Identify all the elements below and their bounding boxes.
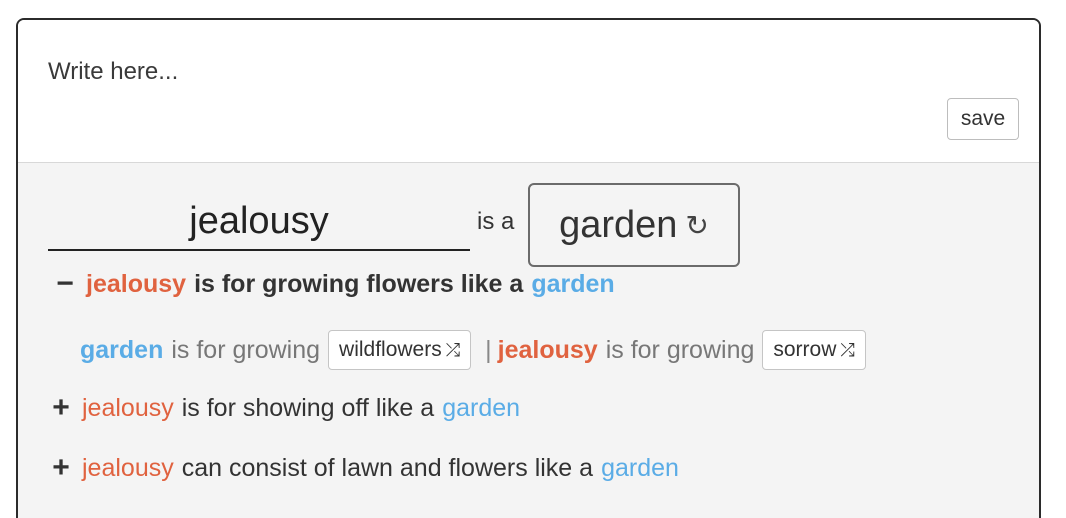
shuffle-icon: ⤮ — [445, 339, 461, 360]
vehicle-word: garden — [601, 453, 679, 482]
shuffle-icon: ⤮ — [840, 339, 855, 360]
wildflowers-label: wildflowers — [339, 338, 442, 361]
vehicle-word: garden — [442, 393, 521, 422]
item-text: is for showing off like a — [181, 393, 435, 422]
sorrow-label: sorrow — [773, 338, 837, 361]
sorrow-shuffle-button[interactable]: sorrow ⤮ — [762, 330, 866, 370]
detail-left-text: is for growing — [171, 335, 321, 364]
metaphor-panel: is a garden ↻ − jealousy is for growing … — [18, 163, 1039, 518]
expand-icon[interactable]: + — [48, 453, 74, 483]
detail-right-text: is for growing — [605, 335, 755, 364]
connector-text: is a — [477, 208, 515, 235]
expanded-item: − jealousy is for growing flowers like a… — [52, 269, 615, 299]
expanded-detail: garden is for growing wildflowers ⤮ | je… — [80, 330, 874, 370]
separator: | — [485, 335, 492, 364]
vehicle-button[interactable]: garden ↻ — [528, 183, 740, 267]
save-button[interactable]: save — [947, 98, 1019, 140]
collapse-icon[interactable]: − — [52, 269, 78, 299]
tenor-word: jealousy — [82, 393, 174, 422]
item-text: can consist of lawn and flowers like a — [181, 453, 594, 482]
editor-placeholder: Write here... — [48, 58, 179, 85]
wildflowers-shuffle-button[interactable]: wildflowers ⤮ — [328, 330, 472, 370]
item-text: is for growing flowers like a — [194, 269, 524, 298]
expand-icon[interactable]: + — [48, 393, 74, 423]
collapsed-item: + jealousy can consist of lawn and flowe… — [48, 453, 679, 483]
refresh-icon: ↻ — [685, 209, 709, 241]
detail-vehicle-word: garden — [80, 335, 164, 364]
tenor-word: jealousy — [82, 453, 174, 482]
writing-card: Write here... save is a garden ↻ − jealo… — [16, 18, 1041, 518]
tenor-word: jealousy — [86, 269, 187, 298]
collapsed-item: + jealousy is for showing off like a gar… — [48, 393, 520, 423]
text-editor[interactable]: Write here... save — [18, 20, 1039, 163]
detail-tenor-word: jealousy — [497, 335, 598, 364]
vehicle-label: garden — [559, 203, 678, 246]
vehicle-word: garden — [531, 269, 615, 298]
subject-input[interactable] — [48, 193, 470, 251]
